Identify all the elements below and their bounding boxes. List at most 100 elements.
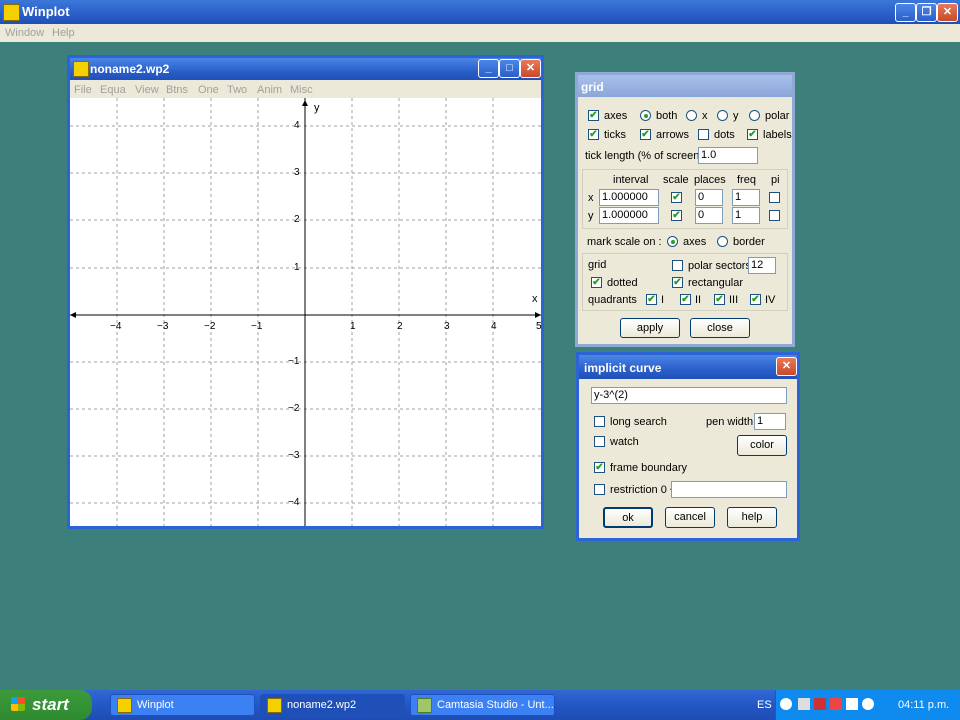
restriction-input[interactable]	[671, 481, 787, 498]
x-places-input[interactable]: 0	[695, 189, 723, 206]
x-tick-label: −1	[251, 321, 263, 332]
x-radio[interactable]	[686, 110, 697, 121]
rectangular-checkbox[interactable]: ✔	[672, 277, 683, 288]
language-indicator[interactable]: ES	[757, 699, 772, 711]
x-scale-checkbox[interactable]: ✔	[671, 192, 682, 203]
camtasia-icon	[417, 698, 432, 713]
quadrant-3-checkbox[interactable]: ✔	[714, 294, 725, 305]
y-tick-label: −3	[288, 450, 300, 461]
clock: 04:11 p.m.	[898, 699, 950, 711]
menu-file[interactable]: File	[74, 84, 92, 96]
x-tick-label: −4	[110, 321, 122, 332]
graph-window: noname2.wp2 _ □ ✕ File Equa View Btns On…	[67, 55, 544, 529]
help-button[interactable]: help	[727, 507, 777, 528]
close-button[interactable]: ✕	[937, 3, 958, 22]
quadrant-1-checkbox[interactable]: ✔	[646, 294, 657, 305]
both-radio[interactable]	[640, 110, 651, 121]
menu-equa[interactable]: Equa	[100, 84, 126, 96]
apply-button[interactable]: apply	[620, 318, 680, 338]
color-button[interactable]: color	[737, 435, 787, 456]
x-tick-label: −2	[204, 321, 216, 332]
y-tick-label: −1	[288, 356, 300, 367]
start-label: start	[32, 695, 69, 714]
close-grid-button[interactable]: close	[690, 318, 750, 338]
mark-axes-label: axes	[683, 236, 707, 248]
tray-display-icon	[846, 698, 858, 710]
tray-security-icon	[814, 698, 826, 710]
quadrant-2-checkbox[interactable]: ✔	[680, 294, 691, 305]
task-noname2-label: noname2.wp2	[287, 699, 357, 711]
dotted-checkbox[interactable]: ✔	[591, 277, 602, 288]
app-menu-bar: Window Help	[0, 24, 960, 42]
x-pi-checkbox[interactable]	[769, 192, 780, 203]
y-interval-input[interactable]: 1.000000	[599, 207, 659, 224]
task-camtasia[interactable]: Camtasia Studio - Unt...	[410, 694, 555, 716]
y-scale-checkbox[interactable]: ✔	[671, 210, 682, 221]
quadrant-4-checkbox[interactable]: ✔	[750, 294, 761, 305]
polar-sectors-input[interactable]: 12	[748, 257, 776, 274]
tick-length-input[interactable]: 1.0	[698, 147, 758, 164]
start-button[interactable]: start	[0, 690, 92, 720]
graph-minimize-button[interactable]: _	[478, 59, 499, 78]
quadrant-3-label: III	[729, 294, 739, 306]
labels-label: labels	[763, 129, 792, 141]
menu-two[interactable]: Two	[227, 84, 247, 96]
mark-axes-radio[interactable]	[667, 236, 678, 247]
y-tick-label: −4	[288, 497, 300, 508]
equation-input[interactable]: y-3^(2)	[591, 387, 787, 404]
y-freq-input[interactable]: 1	[732, 207, 760, 224]
plot-area[interactable]: y x −4 −3 −2 −1 1 2 3 4 5 4 3 2 1 −1 −2 …	[70, 98, 542, 526]
x-freq-input[interactable]: 1	[732, 189, 760, 206]
long-search-checkbox[interactable]	[594, 416, 605, 427]
system-tray: 04:11 p.m.	[775, 690, 960, 720]
ok-button[interactable]: ok	[603, 507, 653, 528]
labels-checkbox[interactable]: ✔	[747, 129, 758, 140]
menu-window[interactable]: Window	[5, 27, 44, 39]
y-radio[interactable]	[717, 110, 728, 121]
arrows-checkbox[interactable]: ✔	[640, 129, 651, 140]
frame-boundary-checkbox[interactable]: ✔	[594, 462, 605, 473]
arrows-label: arrows	[656, 129, 690, 141]
y-pi-checkbox[interactable]	[769, 210, 780, 221]
rectangular-label: rectangular	[688, 277, 744, 289]
menu-btns[interactable]: Btns	[166, 84, 188, 96]
tray-antivirus-icon	[830, 698, 842, 710]
watch-label: watch	[610, 436, 639, 448]
restriction-checkbox[interactable]	[594, 484, 605, 495]
restore-button[interactable]: ❐	[916, 3, 937, 22]
axes-checkbox[interactable]: ✔	[588, 110, 599, 121]
x-axis-label: x	[532, 293, 538, 305]
menu-view[interactable]: View	[135, 84, 159, 96]
restriction-label: restriction 0 <	[610, 484, 677, 496]
pen-width-input[interactable]: 1	[754, 413, 786, 430]
ticks-checkbox[interactable]: ✔	[588, 129, 599, 140]
menu-anim[interactable]: Anim	[257, 84, 282, 96]
graph-maximize-button[interactable]: □	[499, 59, 520, 78]
y-axis-label: y	[314, 102, 320, 114]
implicit-close-button[interactable]: ✕	[776, 357, 797, 376]
y-places-input[interactable]: 0	[695, 207, 723, 224]
task-winplot[interactable]: Winplot	[110, 694, 255, 716]
menu-one[interactable]: One	[198, 84, 219, 96]
minimize-button[interactable]: _	[895, 3, 916, 22]
x-axis-right-arrow	[535, 312, 541, 318]
menu-misc[interactable]: Misc	[290, 84, 313, 96]
polar-sectors-checkbox[interactable]	[672, 260, 683, 271]
mark-border-radio[interactable]	[717, 236, 728, 247]
x-axis-left-arrow	[70, 312, 76, 318]
quadrant-1-label: I	[661, 294, 665, 306]
x-interval-input[interactable]: 1.000000	[599, 189, 659, 206]
y-tick-label: 4	[294, 120, 300, 131]
x-tick-label: 4	[491, 321, 497, 332]
task-noname2[interactable]: noname2.wp2	[260, 694, 405, 716]
y-tick-label: 3	[294, 167, 300, 178]
cancel-button[interactable]: cancel	[665, 507, 715, 528]
menu-help[interactable]: Help	[52, 27, 75, 39]
dots-checkbox[interactable]	[698, 129, 709, 140]
watch-checkbox[interactable]	[594, 436, 605, 447]
tray-expand-icon[interactable]	[780, 698, 792, 710]
graph-close-button[interactable]: ✕	[520, 59, 541, 78]
y-tick-label: 2	[294, 214, 300, 225]
winplot-icon	[3, 4, 20, 21]
polar-radio[interactable]	[749, 110, 760, 121]
